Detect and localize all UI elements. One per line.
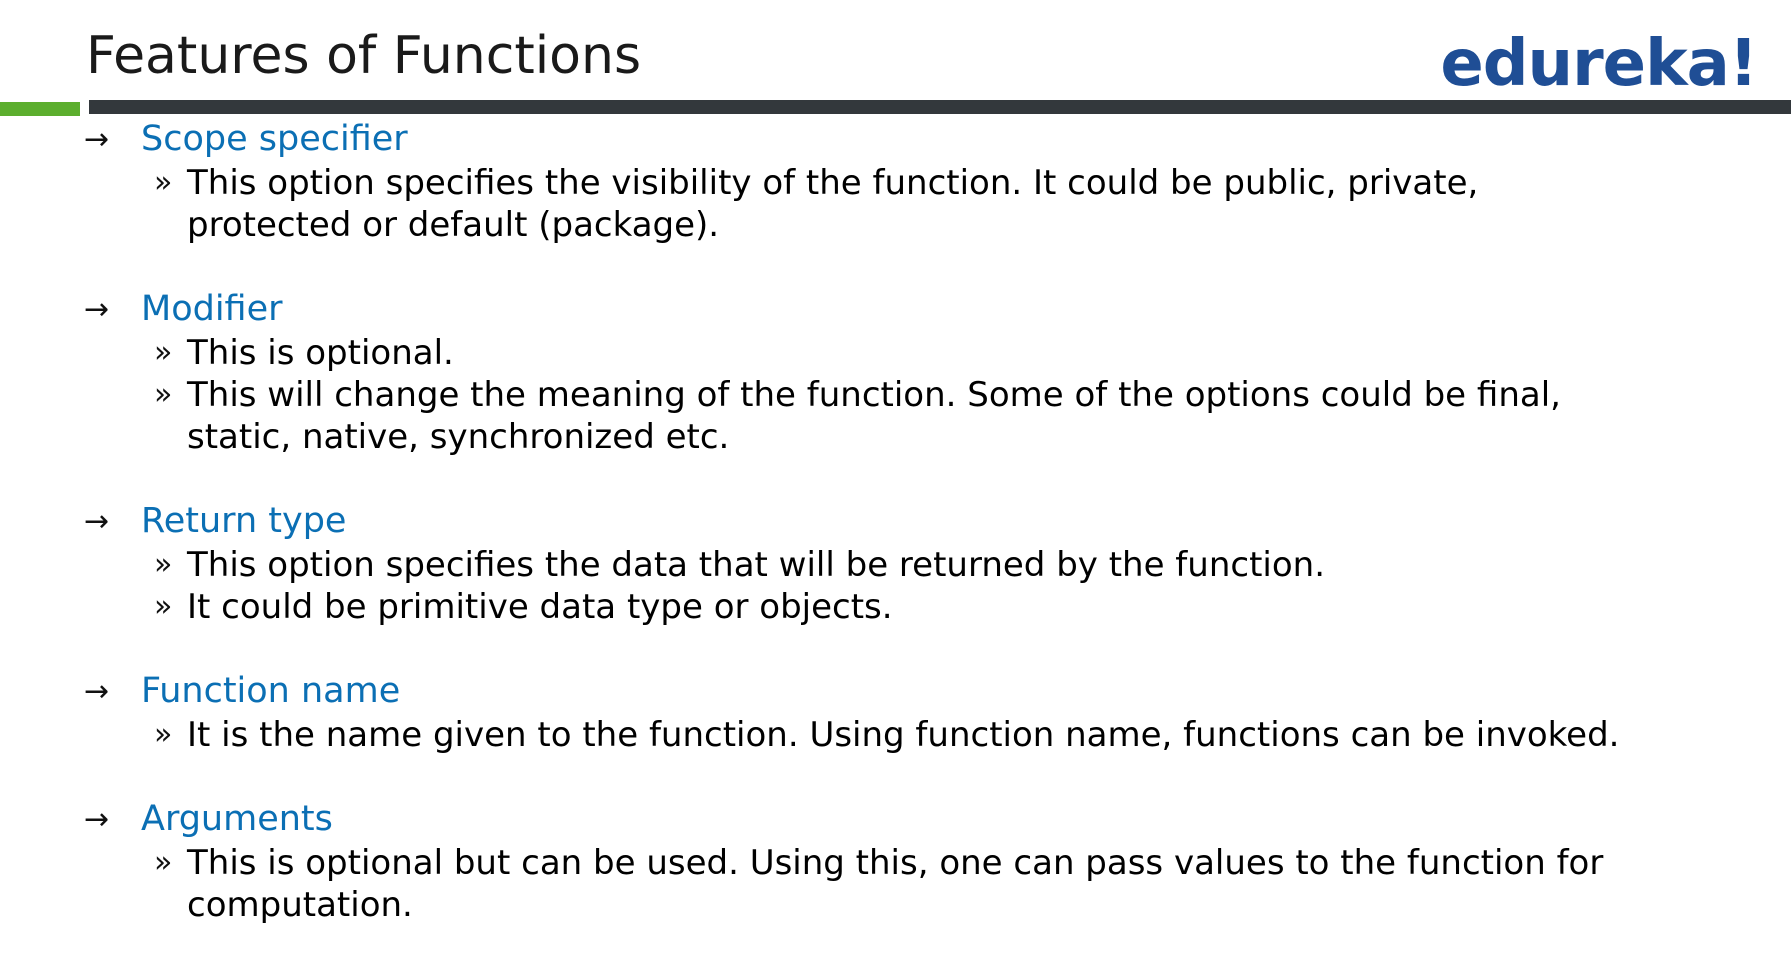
section-heading: Return type [141, 501, 347, 541]
bullet-item: » It could be primitive data type or obj… [84, 586, 1744, 628]
double-chevron-right-icon: » [154, 335, 173, 370]
section-heading-row: → Arguments [84, 796, 1744, 842]
bullet-item: » This option specifies the visibility o… [84, 162, 1744, 246]
bullet-item: » This will change the meaning of the fu… [84, 374, 1744, 458]
section-heading: Scope specifier [141, 119, 408, 159]
section-heading-row: → Modifier [84, 286, 1744, 332]
edureka-logo: edureka! [1440, 27, 1758, 101]
bullet-text: This is optional but can be used. Using … [187, 843, 1604, 925]
arrow-right-icon: → [84, 673, 110, 709]
section-arguments: → Arguments » This is optional but can b… [84, 796, 1744, 926]
bullet-text: This will change the meaning of the func… [187, 375, 1561, 457]
bullet-item: » This is optional. [84, 332, 1744, 374]
slide-content: → Scope specifier » This option specifie… [84, 116, 1744, 966]
bullet-text: This option specifies the visibility of … [187, 163, 1479, 245]
section-modifier: → Modifier » This is optional. » This wi… [84, 286, 1744, 458]
section-function-name: → Function name » It is the name given t… [84, 668, 1744, 756]
section-heading: Function name [141, 671, 401, 711]
arrow-right-icon: → [84, 121, 110, 157]
header-accent-bar-green [0, 102, 80, 116]
section-heading-row: → Scope specifier [84, 116, 1744, 162]
section-heading: Modifier [141, 289, 283, 329]
section-heading: Arguments [141, 799, 333, 839]
section-heading-row: → Function name [84, 668, 1744, 714]
double-chevron-right-icon: » [154, 547, 173, 582]
bullet-text: This option specifies the data that will… [187, 545, 1326, 585]
header-divider-bar [89, 100, 1791, 114]
section-heading-row: → Return type [84, 498, 1744, 544]
section-scope-specifier: → Scope specifier » This option specifie… [84, 116, 1744, 246]
double-chevron-right-icon: » [154, 845, 173, 880]
double-chevron-right-icon: » [154, 377, 173, 412]
bullet-text: It is the name given to the function. Us… [187, 715, 1620, 755]
double-chevron-right-icon: » [154, 589, 173, 624]
arrow-right-icon: → [84, 801, 110, 837]
section-return-type: → Return type » This option specifies th… [84, 498, 1744, 628]
double-chevron-right-icon: » [154, 717, 173, 752]
arrow-right-icon: → [84, 503, 110, 539]
bullet-item: » It is the name given to the function. … [84, 714, 1744, 756]
slide-title: Features of Functions [86, 26, 642, 86]
bullet-text: It could be primitive data type or objec… [187, 587, 893, 627]
double-chevron-right-icon: » [154, 165, 173, 200]
bullet-item: » This option specifies the data that wi… [84, 544, 1744, 586]
bullet-item: » This is optional but can be used. Usin… [84, 842, 1744, 926]
bullet-text: This is optional. [187, 333, 454, 373]
arrow-right-icon: → [84, 291, 110, 327]
